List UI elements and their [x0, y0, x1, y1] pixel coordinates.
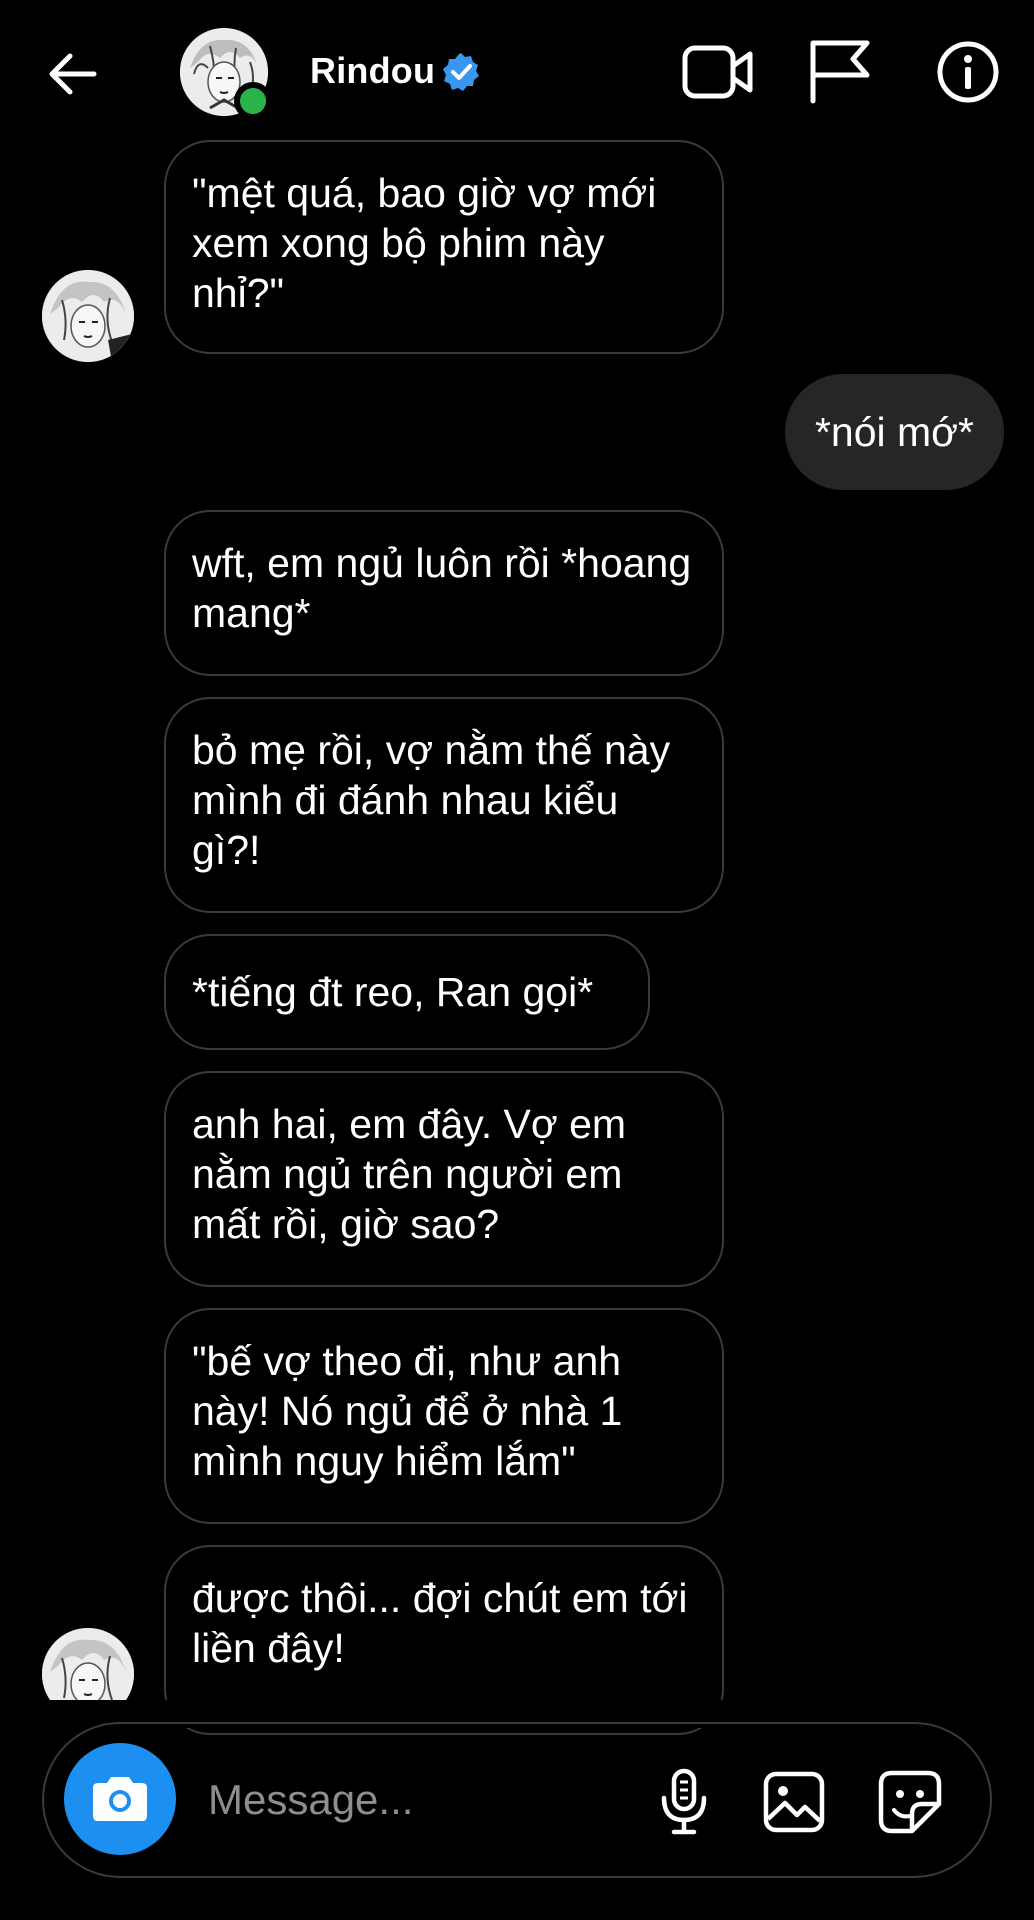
message-composer: [42, 1722, 992, 1878]
gallery-button[interactable]: [754, 1762, 834, 1842]
message-bubble-outgoing[interactable]: *nói mớ*: [784, 374, 1004, 490]
chat-header: Rindou: [0, 0, 1034, 140]
message-bubble-incoming[interactable]: bỏ mẹ rồi, vợ nằm thế này mình đi đánh n…: [164, 697, 724, 913]
flag-icon: [810, 40, 870, 104]
online-status-dot: [234, 82, 272, 120]
message-bubble-incoming[interactable]: anh hai, em đây. Vợ em nằm ngủ trên ngườ…: [164, 1071, 724, 1287]
sender-avatar[interactable]: [42, 270, 134, 362]
camera-icon: [93, 1777, 147, 1821]
video-call-icon: [682, 45, 753, 99]
gallery-icon: [763, 1771, 825, 1833]
camera-button[interactable]: [64, 1743, 176, 1855]
report-flag-button[interactable]: [800, 32, 880, 112]
sticker-icon: [878, 1770, 942, 1834]
verified-badge-icon: [443, 53, 479, 91]
info-icon: [937, 41, 999, 103]
sticker-button[interactable]: [870, 1762, 950, 1842]
message-bubble-incoming[interactable]: wft, em ngủ luôn rồi *hoang mang*: [164, 510, 724, 676]
back-arrow-icon: [49, 53, 97, 95]
back-button[interactable]: [40, 42, 104, 106]
message-bubble-incoming[interactable]: "bế vợ theo đi, như anh này! Nó ngủ để ở…: [164, 1308, 724, 1524]
microphone-icon: [661, 1768, 707, 1835]
message-bubble-incoming[interactable]: "mệt quá, bao giờ vợ mới xem xong bộ phi…: [164, 140, 724, 354]
contact-name[interactable]: Rindou: [310, 50, 435, 92]
message-bubble-incoming[interactable]: *tiếng đt reo, Ran gọi*: [164, 934, 650, 1050]
voice-message-button[interactable]: [644, 1762, 724, 1842]
video-call-button[interactable]: [678, 32, 758, 112]
info-button[interactable]: [928, 32, 1008, 112]
message-input[interactable]: [208, 1768, 648, 1832]
